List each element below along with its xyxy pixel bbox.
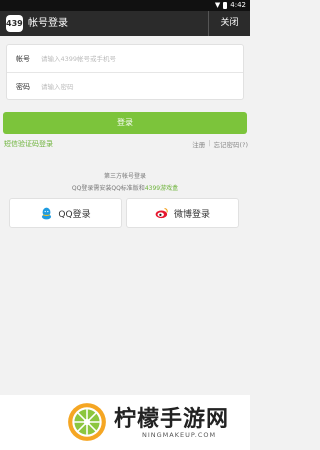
login-form: 帐号 密码 xyxy=(6,44,244,100)
game-box-link[interactable]: 4399游戏盒 xyxy=(145,185,178,192)
status-time: 4:42 xyxy=(230,1,246,9)
watermark-url: NINGMAKEUP.COM xyxy=(142,431,217,439)
qq-login-button[interactable]: QQ登录 xyxy=(9,198,122,228)
account-links: 注册 | 忘记密码(?) xyxy=(192,139,248,149)
sms-login-link[interactable]: 短信验证码登录 xyxy=(4,139,53,149)
weibo-login-button[interactable]: 微博登录 xyxy=(126,198,239,228)
forgot-password-link[interactable]: 忘记密码(?) xyxy=(213,139,248,149)
qq-login-label: QQ登录 xyxy=(58,209,91,220)
third-party-hint: QQ登录需安装QQ标准版和4399游戏盒 xyxy=(0,183,250,192)
password-row: 密码 xyxy=(7,73,243,101)
qq-icon xyxy=(42,207,52,219)
password-input[interactable] xyxy=(41,79,237,95)
weibo-icon xyxy=(155,208,168,219)
password-label: 密码 xyxy=(16,83,30,91)
third-party-title: 第三方帐号登录 xyxy=(103,173,146,180)
status-bar: ▼ 4:42 xyxy=(0,0,250,11)
account-label: 帐号 xyxy=(16,55,30,63)
weibo-login-label: 微博登录 xyxy=(173,209,210,220)
close-button[interactable]: 关闭 xyxy=(208,11,250,36)
register-link[interactable]: 注册 xyxy=(192,139,205,149)
account-input[interactable] xyxy=(41,51,237,67)
account-row: 帐号 xyxy=(7,45,243,73)
lemon-logo-icon xyxy=(68,403,106,441)
site-watermark: 柠檬手游网 NINGMAKEUP.COM xyxy=(0,395,250,450)
status-icons: ▼ 4:42 xyxy=(215,1,246,9)
app-bar: 4399 帐号登录 关闭 xyxy=(0,11,250,36)
page-title: 帐号登录 xyxy=(28,18,68,29)
wifi-icon: ▼ xyxy=(214,1,221,9)
login-button[interactable]: 登录 xyxy=(3,112,247,134)
watermark-text: 柠檬手游网 xyxy=(114,407,230,432)
link-separator: | xyxy=(208,139,211,147)
third-party-hint-text: QQ登录需安装QQ标准版和 xyxy=(71,185,145,192)
app-logo-icon: 4399 xyxy=(6,15,28,32)
battery-icon xyxy=(223,1,228,9)
